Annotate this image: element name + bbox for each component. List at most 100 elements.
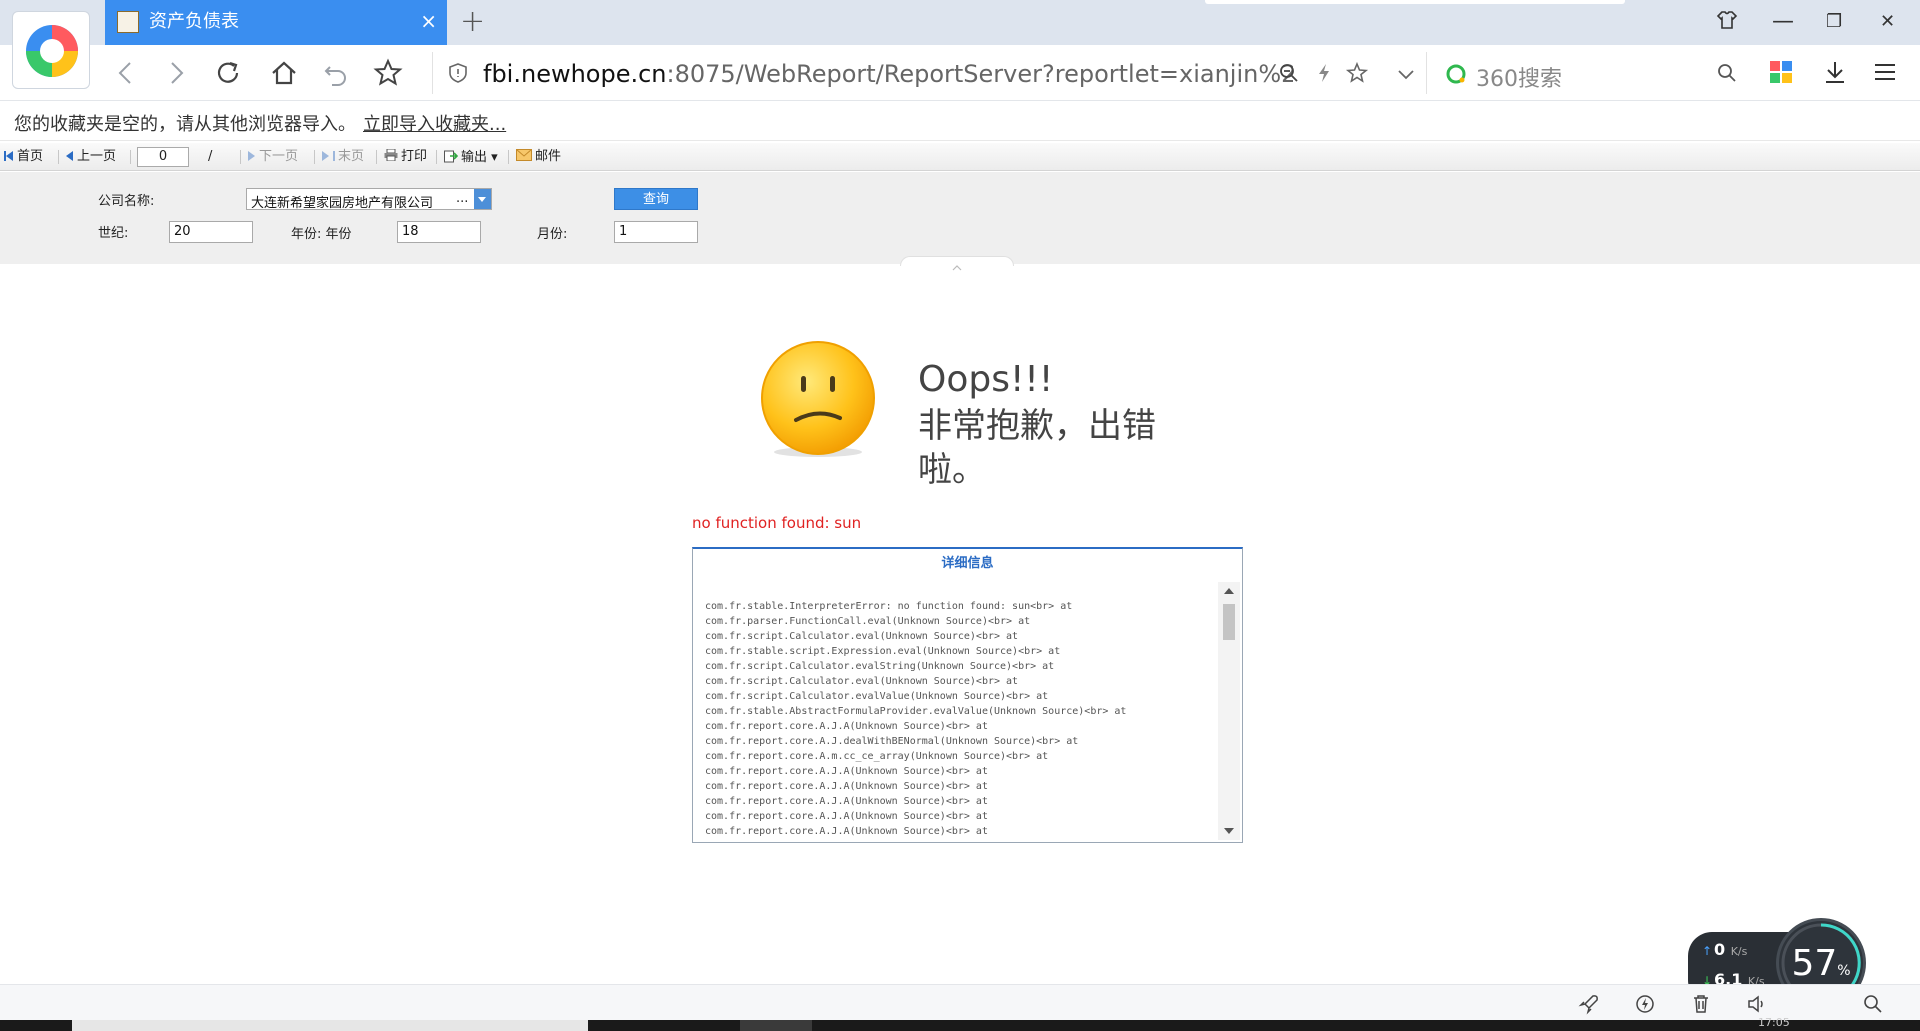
bookmark-star-icon[interactable] [370, 55, 406, 91]
sad-face-icon [758, 340, 878, 460]
stack-trace-line: com.fr.script.Calculator.eval(Unknown So… [705, 676, 1019, 687]
chevron-down-icon[interactable] [1395, 63, 1417, 89]
century-input[interactable]: 20 [169, 221, 253, 243]
download-icon[interactable] [1822, 59, 1848, 89]
report-toolbar: 首页 上一页 0 / 下一页 末页 打印 输出 ▾ 邮件 [0, 143, 1920, 171]
first-page-button[interactable]: 首页 [4, 149, 43, 165]
stack-trace-line: com.fr.report.core.A.J.A(Unknown Source)… [705, 811, 988, 822]
zoom-icon[interactable] [1278, 62, 1300, 88]
stack-trace-line: com.fr.script.Calculator.evalString(Unkn… [705, 661, 1055, 672]
browser-toolbar: fbi.newhope.cn:8075/WebReport/ReportServ… [0, 45, 1920, 101]
page-number-input[interactable]: 0 [137, 147, 189, 167]
stack-trace[interactable]: com.fr.stable.InterpreterError: no funct… [705, 599, 1205, 839]
rocket-icon[interactable] [1578, 993, 1600, 1015]
next-page-button[interactable]: 下一页 [248, 149, 298, 165]
scroll-up-icon[interactable] [1224, 588, 1234, 594]
search-box[interactable]: 360搜索 [1430, 52, 1736, 94]
stack-trace-line: com.fr.report.core.A.J.A(Unknown Source)… [705, 721, 988, 732]
status-search-icon[interactable] [1862, 993, 1884, 1015]
360-browser-logo[interactable] [12, 11, 90, 89]
scroll-thumb[interactable] [1223, 604, 1235, 640]
menu-icon[interactable] [1872, 59, 1898, 89]
stack-trace-line: com.fr.report.core.A.m.cc_ce_array(Unkno… [705, 751, 1049, 762]
month-label: 月份: [537, 227, 568, 242]
mail-label: 邮件 [535, 149, 562, 164]
address-bar[interactable]: fbi.newhope.cn:8075/WebReport/ReportServ… [432, 52, 1427, 94]
upload-speed: 0 K/s [1714, 940, 1748, 959]
tab-close-icon[interactable]: × [420, 10, 437, 32]
company-select[interactable]: 大连新希望家园房地产有限公司 ... [246, 188, 492, 211]
taskbar-active-app[interactable] [740, 1020, 812, 1031]
shield-icon [447, 62, 469, 88]
new-tab-button[interactable]: + [460, 6, 485, 38]
back-icon[interactable] [108, 55, 144, 91]
query-button[interactable]: 查询 [614, 188, 698, 210]
trash-icon[interactable] [1690, 993, 1712, 1015]
toolbar-divider [508, 150, 509, 164]
dropdown-arrow-icon[interactable] [474, 189, 491, 209]
company-selected-value: 大连新希望家园房地产有限公司 [251, 196, 434, 211]
url-path: :8075/WebReport/ReportServer?reportlet=x… [666, 60, 1293, 88]
apps-grid-icon[interactable] [1768, 59, 1794, 89]
taskbar-app-strip[interactable] [72, 1020, 588, 1031]
last-page-button[interactable]: 末页 [322, 149, 364, 165]
print-button[interactable]: 打印 [384, 148, 428, 165]
stack-trace-line: com.fr.stable.AbstractFormulaProvider.ev… [705, 706, 1127, 717]
scroll-down-icon[interactable] [1224, 828, 1234, 834]
detail-header: 详细信息 [941, 556, 994, 571]
favorites-bar: 您的收藏夹是空的，请从其他浏览器导入。 立即导入收藏夹... [0, 101, 1920, 141]
sound-icon[interactable] [1746, 993, 1768, 1015]
detail-scrollbar[interactable] [1218, 582, 1240, 840]
export-label: 输出 [461, 150, 488, 165]
favorite-star-icon[interactable] [1345, 61, 1369, 89]
stack-trace-line: com.fr.script.Calculator.eval(Unknown So… [705, 631, 1019, 642]
mail-icon [516, 149, 532, 161]
stack-trace-line: com.fr.report.core.A.J.A(Unknown Source)… [705, 766, 988, 777]
company-label: 公司名称: [98, 194, 155, 209]
company-more-button[interactable]: ... [456, 191, 468, 206]
browser-status-bar [0, 984, 1920, 1020]
stack-trace-line: com.fr.report.core.A.J.dealWithBENormal(… [705, 736, 1079, 747]
print-label: 打印 [401, 149, 428, 164]
stack-trace-line: com.fr.report.core.A.J.A(Unknown Source)… [705, 796, 988, 807]
speed-percent: 57% [1791, 943, 1851, 984]
close-window-button[interactable]: ✕ [1880, 8, 1895, 36]
import-favorites-link[interactable]: 立即导入收藏夹... [363, 110, 506, 136]
url-domain: fbi.newhope.cn [483, 60, 667, 88]
mail-button[interactable]: 邮件 [516, 149, 561, 165]
prev-page-icon [66, 151, 73, 161]
search-icon[interactable] [1716, 62, 1738, 88]
undo-close-icon[interactable] [318, 55, 354, 91]
accelerate-icon[interactable] [1634, 993, 1656, 1015]
forward-icon[interactable] [158, 55, 194, 91]
month-input[interactable]: 1 [614, 221, 698, 243]
toolbar-divider [130, 150, 131, 164]
url-text[interactable]: fbi.newhope.cn:8075/WebReport/ReportServ… [483, 60, 1293, 88]
refresh-icon[interactable] [210, 55, 246, 91]
stack-trace-line: com.fr.stable.script.Expression.eval(Unk… [705, 646, 1061, 657]
search-placeholder: 360搜索 [1476, 67, 1562, 92]
home-icon[interactable] [266, 55, 302, 91]
parameter-panel: 公司名称: 大连新希望家园房地产有限公司 ... 查询 世纪: 20 年份: 年… [0, 172, 1920, 271]
prev-page-button[interactable]: 上一页 [66, 149, 116, 165]
os-taskbar: 17:05 [0, 1016, 1920, 1031]
year-input[interactable]: 18 [397, 221, 481, 243]
stack-trace-line: com.fr.stable.InterpreterError: no funct… [705, 601, 1073, 612]
window-drag-strip [1205, 0, 1625, 4]
toolbar-divider [314, 150, 315, 164]
collapse-panel-handle[interactable] [900, 256, 1014, 271]
last-page-icon [322, 151, 329, 161]
export-button[interactable]: 输出 ▾ [444, 149, 498, 166]
stack-trace-line: com.fr.parser.FunctionCall.eval(Unknown … [705, 616, 1031, 627]
tab-title: 资产负债表 [149, 11, 239, 32]
tab-balance-sheet[interactable]: 资产负债表 × [105, 0, 447, 45]
skin-shirt-icon[interactable] [1715, 8, 1739, 40]
century-label: 世纪: [98, 226, 129, 241]
lightning-icon[interactable] [1313, 62, 1335, 88]
restore-button[interactable]: ❐ [1826, 8, 1842, 36]
prev-page-label: 上一页 [77, 149, 117, 164]
export-icon [444, 150, 459, 163]
toolbar-divider [436, 150, 437, 164]
minimize-button[interactable]: — [1772, 8, 1794, 36]
first-page-label: 首页 [17, 149, 44, 164]
